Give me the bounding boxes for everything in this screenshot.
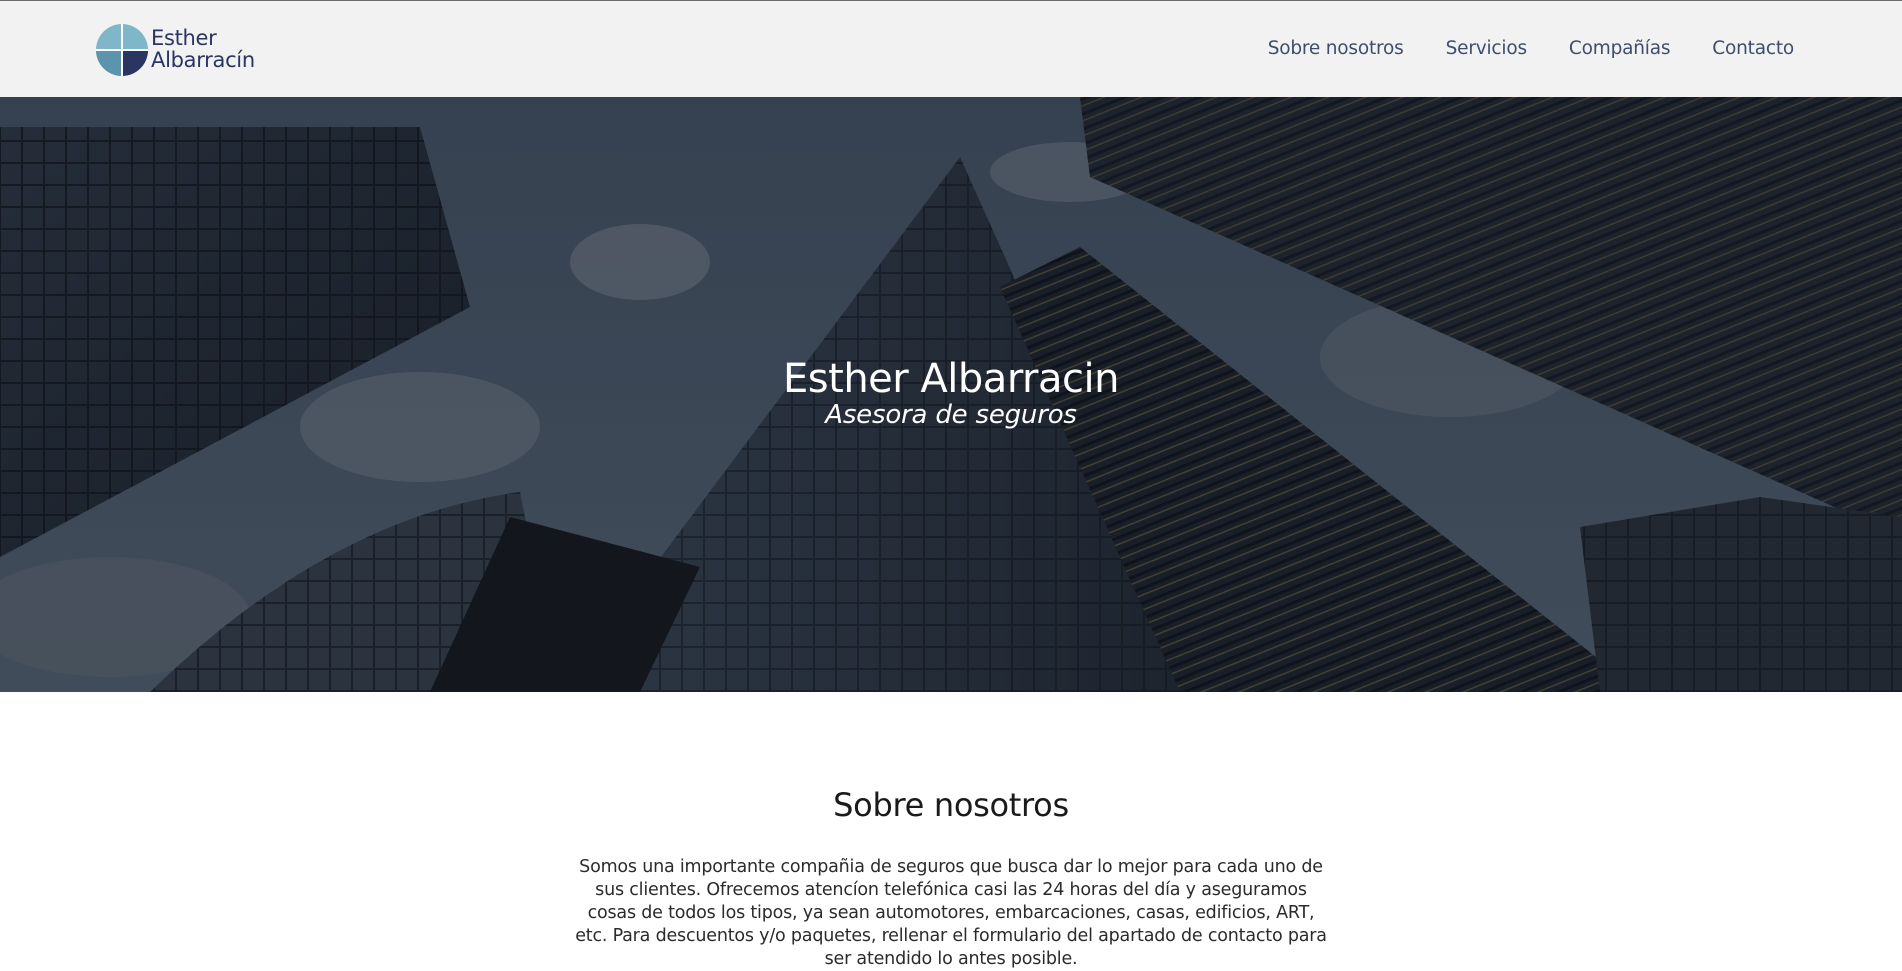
brand-name: Esther Albarracín xyxy=(151,27,255,71)
nav-link-servicios[interactable]: Servicios xyxy=(1446,37,1527,61)
site-header: Esther Albarracín Sobre nosotros Servici… xyxy=(0,1,1902,97)
about-section-text: Somos una importante compañia de seguros… xyxy=(575,857,1327,969)
nav-link-sobre-nosotros[interactable]: Sobre nosotros xyxy=(1268,37,1404,61)
brand-name-line2: Albarracín xyxy=(151,48,255,72)
main-nav: Sobre nosotros Servicios Compañías Conta… xyxy=(1268,37,1794,61)
hero-title: Esther Albarracin xyxy=(783,356,1119,402)
hero-banner: Esther Albarracin Asesora de seguros xyxy=(0,97,1902,692)
about-section-title: Sobre nosotros xyxy=(833,786,1069,824)
nav-link-contacto[interactable]: Contacto xyxy=(1712,37,1794,61)
brand-logo[interactable]: Esther Albarracín xyxy=(95,23,275,77)
brand-name-line1: Esther xyxy=(151,26,217,50)
logo-icon xyxy=(96,24,148,76)
nav-link-companias[interactable]: Compañías xyxy=(1569,37,1671,61)
hero-subtitle: Asesora de seguros xyxy=(825,400,1077,430)
